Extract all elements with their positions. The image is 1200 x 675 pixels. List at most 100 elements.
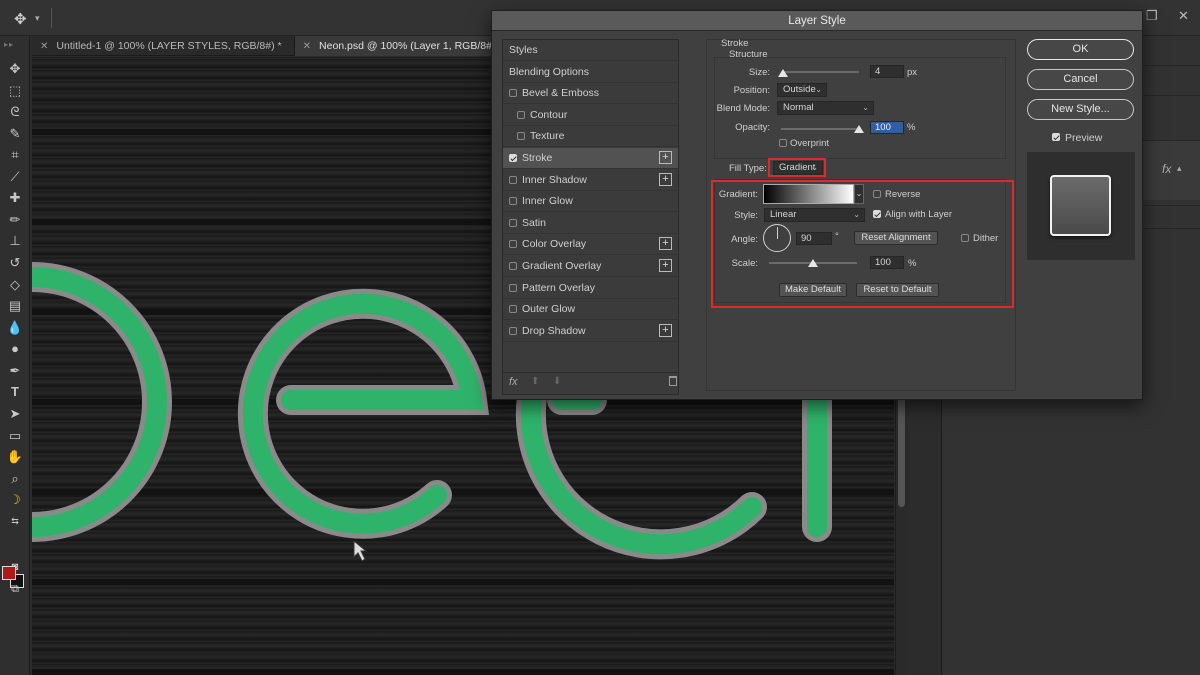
fill-type-label: Fill Type: [729, 163, 767, 174]
style-item-drop-shadow[interactable]: Drop Shadow + [503, 321, 678, 342]
healing-brush-tool-icon[interactable]: ✚ [5, 189, 25, 207]
style-checkbox[interactable] [509, 326, 517, 335]
opacity-slider-track[interactable] [781, 128, 859, 130]
cancel-button[interactable]: Cancel [1027, 69, 1134, 90]
style-checkbox[interactable] [509, 154, 517, 162]
style-item-bevel-emboss[interactable]: Bevel & Emboss [503, 83, 678, 105]
opacity-input[interactable]: 100 [870, 121, 904, 134]
move-up-icon[interactable]: ⬆ [531, 376, 539, 387]
panel-row[interactable] [1142, 205, 1200, 227]
add-effect-plus-icon[interactable]: + [659, 151, 672, 164]
size-slider-thumb[interactable] [777, 69, 788, 77]
style-checkbox[interactable] [509, 197, 517, 206]
style-item-label: Satin [522, 216, 546, 229]
layer-effects-chevron-icon[interactable]: ▴ [1177, 163, 1182, 174]
swap-colors-icon[interactable]: ⇆ [5, 512, 25, 530]
style-item-gradient-overlay[interactable]: Gradient Overlay + [503, 256, 678, 277]
add-effect-plus-icon[interactable]: + [659, 259, 672, 272]
marquee-tool-icon[interactable]: ⬚ [5, 82, 25, 100]
crop-tool-icon[interactable]: ⌗ [5, 146, 25, 164]
move-down-icon[interactable]: ⬇ [553, 376, 561, 387]
new-style-button[interactable]: New Style... [1027, 99, 1134, 120]
panel-grip-icon[interactable]: ▸▸ [4, 40, 26, 50]
gradient-options-highlight [711, 180, 1014, 308]
layer-effects-icon[interactable]: fx [1162, 162, 1171, 176]
add-effect-plus-icon[interactable]: + [659, 237, 672, 251]
tool-preset-chevron-icon[interactable]: ▾ [35, 13, 40, 24]
close-window-icon[interactable]: ✕ [1178, 8, 1189, 24]
delete-effect-icon[interactable] [669, 376, 677, 386]
style-checkbox[interactable] [509, 283, 517, 292]
add-effect-fx-icon[interactable]: fx [509, 376, 518, 388]
style-item-outer-glow[interactable]: Outer Glow [503, 299, 678, 321]
foreground-color-swatch[interactable] [2, 566, 16, 580]
history-brush-tool-icon[interactable]: ↺ [5, 254, 25, 272]
preview-label: Preview [1065, 132, 1103, 144]
style-item-inner-shadow[interactable]: Inner Shadow + [503, 170, 678, 191]
eyedropper-tool-icon[interactable]: ⟋ [5, 168, 25, 186]
ok-button[interactable]: OK [1027, 39, 1134, 60]
style-checkbox[interactable] [509, 218, 517, 227]
move-tool-icon[interactable]: ✥ [5, 60, 25, 78]
photoshop-window: ✥ ▾ ✕ Untitled-1 @ 100% (LAYER STYLES, R… [0, 0, 1200, 675]
style-preview-swatch [1050, 175, 1111, 236]
style-item-color-overlay[interactable]: Color Overlay + [503, 234, 678, 256]
close-tab-icon[interactable]: ✕ [303, 41, 311, 52]
style-checkbox[interactable] [509, 262, 517, 270]
eraser-tool-icon[interactable]: ◇ [5, 276, 25, 294]
document-tab-untitled[interactable]: ✕ Untitled-1 @ 100% (LAYER STYLES, RGB/8… [32, 36, 295, 56]
move-tool-icon[interactable]: ✥ [14, 10, 27, 28]
dodge-tool-icon[interactable]: ● [5, 340, 25, 358]
zoom-tool-icon[interactable]: ⌕ [5, 470, 25, 488]
style-checkbox[interactable] [509, 175, 517, 184]
clone-stamp-tool-icon[interactable]: ⊥ [5, 232, 25, 250]
window-controls: ❐ ✕ [1142, 6, 1200, 30]
position-select-value: Outside [783, 84, 816, 95]
preview-checkbox[interactable] [1052, 133, 1060, 141]
close-tab-icon[interactable]: ✕ [40, 41, 48, 52]
style-checkbox[interactable] [517, 132, 525, 141]
size-slider-track[interactable] [781, 71, 859, 73]
position-label: Position: [733, 85, 770, 96]
style-item-blending-options[interactable]: Blending Options [503, 62, 678, 83]
type-tool-icon[interactable]: T [5, 383, 25, 401]
blend-mode-select[interactable]: Normal ⌄ [777, 101, 874, 115]
style-item-contour[interactable]: Contour [503, 105, 678, 126]
hand-tool-icon[interactable]: ✋ [5, 448, 25, 466]
screen-mode-icon[interactable]: ⧉ [5, 580, 25, 598]
gradient-tool-icon[interactable]: ▤ [5, 297, 25, 315]
pen-tool-icon[interactable]: ✒ [5, 362, 25, 380]
add-effect-plus-icon[interactable]: + [659, 323, 672, 337]
quick-select-tool-icon[interactable]: ✎ [5, 125, 25, 143]
panel-row[interactable] [1142, 228, 1200, 250]
brush-tool-icon[interactable]: ✏ [5, 211, 25, 229]
path-select-tool-icon[interactable]: ➤ [5, 405, 25, 423]
style-item-stroke[interactable]: Stroke + [503, 148, 678, 169]
document-tab-neon[interactable]: ✕ Neon.psd @ 100% (Layer 1, RGB/8#) [294, 36, 509, 56]
style-item-texture[interactable]: Texture [503, 126, 678, 148]
dialog-title[interactable]: Layer Style [492, 11, 1142, 31]
style-item-inner-glow[interactable]: Inner Glow [503, 191, 678, 213]
size-input[interactable]: 4 [870, 65, 904, 78]
add-effect-plus-icon[interactable]: + [659, 172, 672, 186]
tab-label: Untitled-1 @ 100% (LAYER STYLES, RGB/8#)… [56, 40, 282, 52]
rectangle-tool-icon[interactable]: ▭ [5, 427, 25, 445]
panel-row[interactable] [1142, 65, 1200, 87]
style-checkbox[interactable] [509, 240, 517, 249]
style-item-pattern-overlay[interactable]: Pattern Overlay [503, 278, 678, 299]
opacity-slider-thumb[interactable] [854, 125, 864, 133]
style-checkbox[interactable] [517, 110, 525, 119]
style-item-label: Bevel & Emboss [522, 87, 600, 100]
restore-window-icon[interactable]: ❐ [1146, 8, 1158, 24]
blur-tool-icon[interactable]: 💧 [5, 319, 25, 337]
panel-row[interactable] [1142, 95, 1200, 117]
position-select[interactable]: Outside ⌄ [777, 83, 827, 97]
lasso-tool-icon[interactable]: ᘓ [5, 103, 25, 121]
overprint-checkbox[interactable] [779, 139, 787, 147]
style-item-satin[interactable]: Satin [503, 213, 678, 234]
style-item-styles[interactable]: Styles [503, 40, 678, 61]
banana-tool-icon[interactable]: ☽ [5, 491, 25, 509]
style-item-label: Color Overlay [522, 238, 587, 251]
style-checkbox[interactable] [509, 305, 517, 314]
style-checkbox[interactable] [509, 89, 517, 98]
